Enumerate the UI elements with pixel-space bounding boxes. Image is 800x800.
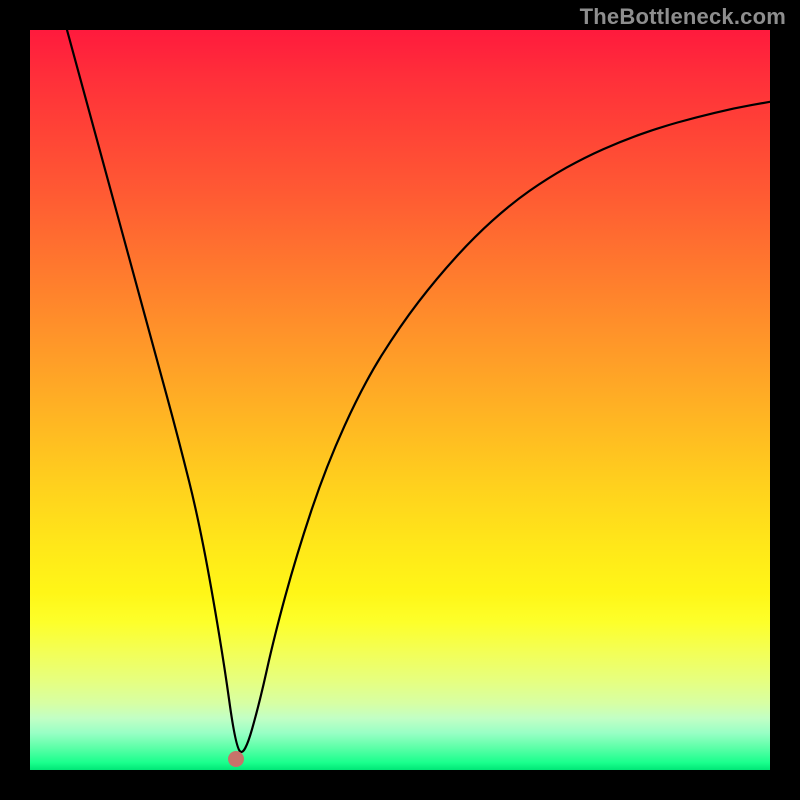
watermark-text: TheBottleneck.com bbox=[580, 4, 786, 30]
curve-svg bbox=[30, 30, 770, 770]
outer-frame: TheBottleneck.com bbox=[0, 0, 800, 800]
bottleneck-curve bbox=[67, 30, 770, 752]
plot-area bbox=[30, 30, 770, 770]
optimum-marker bbox=[228, 751, 244, 767]
